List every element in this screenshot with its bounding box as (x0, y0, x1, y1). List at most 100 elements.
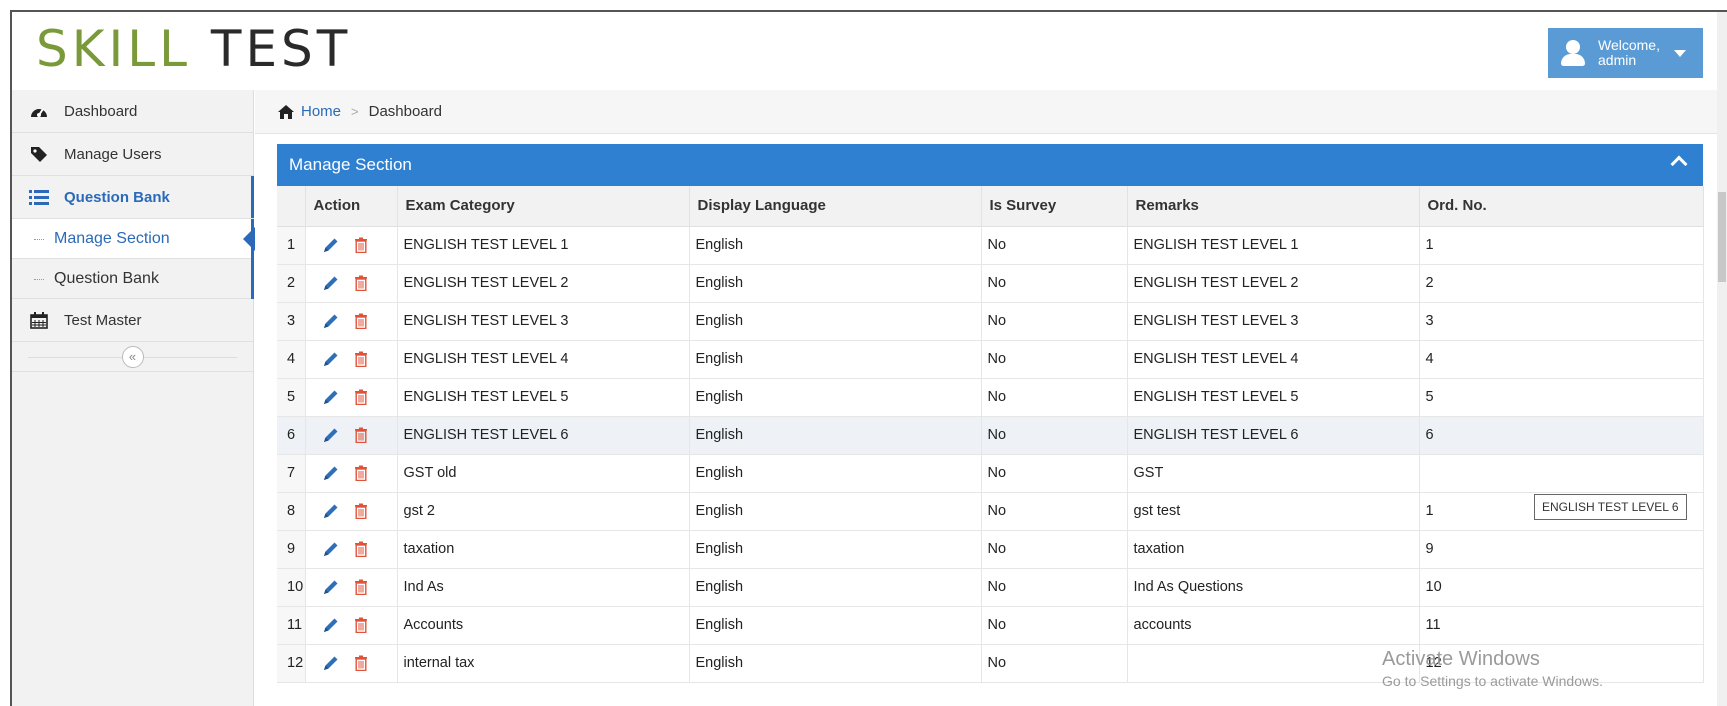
edit-pencil-icon[interactable] (322, 236, 340, 254)
cell-remarks: GST (1127, 454, 1420, 493)
row-index: 10 (277, 568, 306, 607)
edit-pencil-icon[interactable] (322, 616, 340, 634)
scrollbar-thumb[interactable] (1718, 192, 1726, 282)
table-row[interactable]: 10 Ind As English No Ind As Questions 10 (277, 568, 1704, 607)
edit-pencil-icon[interactable] (322, 654, 340, 672)
cell-is-survey: No (981, 644, 1128, 683)
cell-display-language: English (689, 378, 982, 417)
row-index: 2 (277, 264, 306, 303)
cell-exam-category: Ind As (397, 568, 690, 607)
sidebar-item-label: Dashboard (64, 102, 138, 120)
calendar-icon (28, 311, 50, 329)
table-row[interactable]: 3 ENGLISH TEST LEVEL 3 English No ENGLISH TE… (277, 302, 1704, 341)
cell-ord-no: 5 (1419, 378, 1704, 417)
delete-trash-icon[interactable] (354, 617, 368, 634)
table-row[interactable]: 6 ENGLISH TEST LEVEL 6 English No ENGLISH TE… (277, 416, 1704, 455)
edit-pencil-icon[interactable] (322, 464, 340, 482)
delete-trash-icon[interactable] (354, 503, 368, 520)
edit-pencil-icon[interactable] (322, 540, 340, 558)
row-index: 7 (277, 454, 306, 493)
cell-display-language: English (689, 302, 982, 341)
row-index: 12 (277, 644, 306, 683)
sidebar-item-test-master[interactable]: Test Master (12, 299, 253, 342)
edit-pencil-icon[interactable] (322, 502, 340, 520)
edit-pencil-icon[interactable] (322, 312, 340, 330)
cell-is-survey: No (981, 264, 1128, 303)
cell-display-language: English (689, 340, 982, 379)
row-actions (305, 530, 398, 569)
column-header-action: Action (305, 186, 398, 227)
logo-part-skill: SKILL (36, 20, 191, 78)
table-row[interactable]: 9 taxation English No taxation 9 (277, 530, 1704, 569)
cell-is-survey: No (981, 606, 1128, 645)
table-row[interactable]: 8 gst 2 English No gst test 1 (277, 492, 1704, 531)
row-index: 4 (277, 340, 306, 379)
edit-pencil-icon[interactable] (322, 426, 340, 444)
cell-display-language: English (689, 226, 982, 265)
edit-pencil-icon[interactable] (322, 388, 340, 406)
collapse-panel-icon[interactable] (1670, 155, 1688, 173)
delete-trash-icon[interactable] (354, 465, 368, 482)
cell-remarks: accounts (1127, 606, 1420, 645)
sidebar-item-question-bank[interactable]: Question Bank (12, 176, 254, 219)
column-header-exam-category[interactable]: Exam Category (397, 186, 690, 227)
table-row[interactable]: 5 ENGLISH TEST LEVEL 5 English No ENGLISH TE… (277, 378, 1704, 417)
delete-trash-icon[interactable] (354, 655, 368, 672)
column-header-ord-no[interactable]: Ord. No. (1419, 186, 1704, 227)
row-actions (305, 340, 398, 379)
page-scrollbar[interactable] (1717, 12, 1727, 706)
dashboard-icon (28, 102, 50, 120)
delete-trash-icon[interactable] (354, 351, 368, 368)
logo[interactable]: SKILL TEST (36, 20, 351, 78)
manage-section-panel: Manage Section Action Exam Category Disp… (277, 144, 1704, 683)
sidebar-item-dashboard[interactable]: Dashboard (12, 90, 253, 133)
cell-is-survey: No (981, 568, 1128, 607)
sections-table: Action Exam Category Display Language Is… (277, 186, 1704, 683)
table-row[interactable]: 4 ENGLISH TEST LEVEL 4 English No ENGLISH TE… (277, 340, 1704, 379)
delete-trash-icon[interactable] (354, 389, 368, 406)
row-actions (305, 226, 398, 265)
column-header-is-survey[interactable]: Is Survey (981, 186, 1128, 227)
table-row[interactable]: 11 Accounts English No accounts 11 (277, 606, 1704, 645)
sidebar-item-manage-users[interactable]: Manage Users (12, 133, 253, 176)
sidebar-subitem-question-bank[interactable]: Question Bank (12, 259, 253, 299)
delete-trash-icon[interactable] (354, 313, 368, 330)
cell-remarks: ENGLISH TEST LEVEL 5 (1127, 378, 1420, 417)
column-header-remarks[interactable]: Remarks (1127, 186, 1420, 227)
row-index: 9 (277, 530, 306, 569)
delete-trash-icon[interactable] (354, 275, 368, 292)
breadcrumb-home-link[interactable]: Home (301, 103, 341, 120)
cell-ord-no: 6 (1419, 416, 1704, 455)
cell-display-language: English (689, 530, 982, 569)
delete-trash-icon[interactable] (354, 541, 368, 558)
welcome-text: Welcome, admin (1598, 38, 1660, 68)
table-row[interactable]: 1 ENGLISH TEST LEVEL 1 English No ENGLISH TE… (277, 226, 1704, 265)
delete-trash-icon[interactable] (354, 237, 368, 254)
active-pointer-icon (243, 227, 255, 251)
edit-pencil-icon[interactable] (322, 578, 340, 596)
collapse-sidebar-button[interactable]: « (121, 345, 144, 368)
breadcrumb-separator: > (351, 104, 359, 119)
table-row[interactable]: 7 GST old English No GST (277, 454, 1704, 493)
cell-display-language: English (689, 568, 982, 607)
cell-remarks: ENGLISH TEST LEVEL 1 (1127, 226, 1420, 265)
cell-exam-category: ENGLISH TEST LEVEL 5 (397, 378, 690, 417)
cell-is-survey: No (981, 492, 1128, 531)
cell-exam-category: GST old (397, 454, 690, 493)
table-row[interactable]: 2 ENGLISH TEST LEVEL 2 English No ENGLISH TE… (277, 264, 1704, 303)
row-actions (305, 416, 398, 455)
row-index: 1 (277, 226, 306, 265)
cell-ord-no: 1 (1419, 226, 1704, 265)
edit-pencil-icon[interactable] (322, 350, 340, 368)
cell-exam-category: gst 2 (397, 492, 690, 531)
delete-trash-icon[interactable] (354, 427, 368, 444)
user-menu-button[interactable]: Welcome, admin (1548, 28, 1703, 78)
row-actions (305, 644, 398, 683)
cell-display-language: English (689, 264, 982, 303)
row-actions (305, 606, 398, 645)
column-header-display-language[interactable]: Display Language (689, 186, 982, 227)
sidebar-subitem-manage-section[interactable]: Manage Section (12, 219, 255, 259)
delete-trash-icon[interactable] (354, 579, 368, 596)
cell-is-survey: No (981, 226, 1128, 265)
edit-pencil-icon[interactable] (322, 274, 340, 292)
